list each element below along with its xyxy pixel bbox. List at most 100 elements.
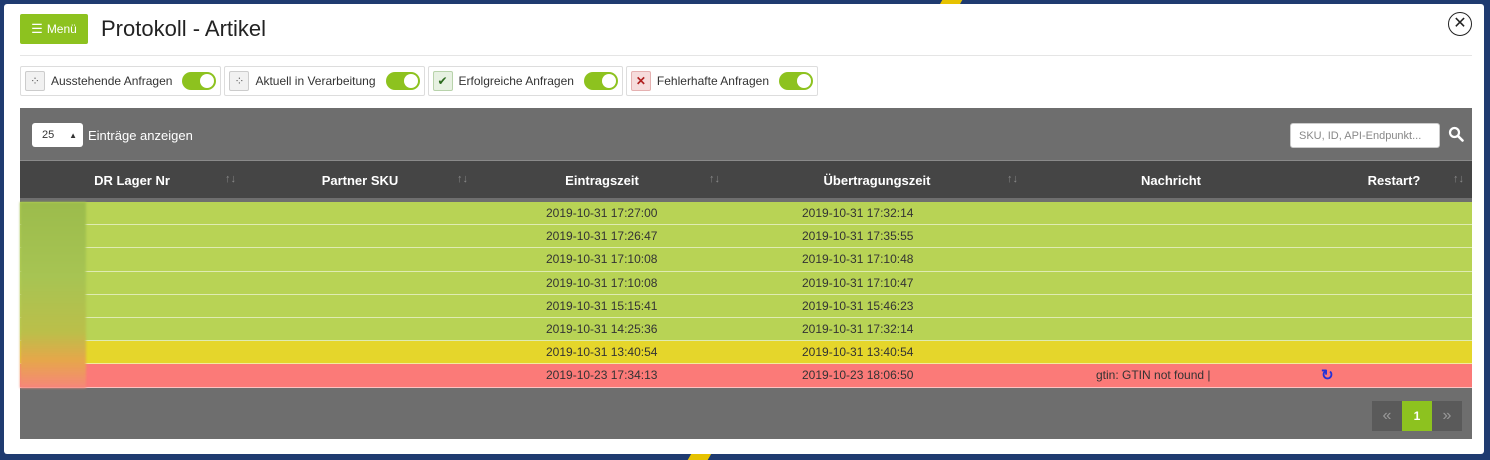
hamburger-icon: ☰ <box>31 21 43 36</box>
cell-partner-sku <box>86 295 476 317</box>
cell-nachricht <box>1024 202 1314 224</box>
cell-eintragszeit: 2019-10-31 14:25:36 <box>546 322 658 337</box>
cell-restart <box>1314 202 1472 224</box>
filter-success: ✔ Erfolgreiche Anfragen <box>427 66 623 96</box>
column-header-label: DR Lager Nr <box>94 172 170 188</box>
column-header-uebertragungszeit[interactable]: Übertragungszeit ↑↓ <box>728 161 1026 199</box>
check-icon: ✔ <box>432 71 453 91</box>
filter-error-toggle[interactable] <box>779 72 813 90</box>
redacted-lager-nr-column <box>20 202 86 388</box>
table-row: 2019-10-31 17:10:08 2019-10-31 17:10:47 <box>20 271 1472 295</box>
cell-uebertragungszeit: 2019-10-31 15:46:23 <box>802 298 914 313</box>
filter-processing: ⁘ Aktuell in Verarbeitung <box>224 66 425 96</box>
filter-label: Erfolgreiche Anfragen <box>458 74 574 88</box>
cell-eintragszeit: 2019-10-31 17:10:08 <box>546 275 658 290</box>
cell-eintragszeit: 2019-10-31 15:15:41 <box>546 298 658 313</box>
table-row: 2019-10-31 17:26:47 2019-10-31 17:35:55 <box>20 225 1472 249</box>
filter-error: ✕ Fehlerhafte Anfragen <box>625 66 818 96</box>
page-title: Protokoll - Artikel <box>101 16 267 41</box>
column-header-label: Partner SKU <box>321 172 399 188</box>
page-size-label: Einträge anzeigen <box>88 128 193 143</box>
pagination: « 1 » <box>1372 401 1462 431</box>
column-header-partner-sku[interactable]: Partner SKU ↑↓ <box>244 161 476 199</box>
cell-restart: ↻ <box>1314 364 1472 386</box>
table-row: 2019-10-31 17:27:00 2019-10-31 17:32:14 <box>20 202 1472 226</box>
cell-eintragszeit: 2019-10-31 17:27:00 <box>546 206 658 221</box>
table-row: 2019-10-31 14:25:36 2019-10-31 17:32:14 <box>20 317 1472 342</box>
page-size-select[interactable]: 25 ▲ <box>32 123 83 147</box>
filter-label: Ausstehende Anfragen <box>51 74 173 88</box>
cell-restart <box>1314 248 1472 270</box>
cell-uebertragungszeit: 2019-10-31 17:10:48 <box>802 252 914 267</box>
cell-restart <box>1314 318 1472 340</box>
table-header: DR Lager Nr ↑↓ Partner SKU ↑↓ Eintragsze… <box>20 160 1472 198</box>
protocol-modal: ☰ Menü Protokoll - Artikel ✕ ⁘ Ausstehen… <box>4 4 1484 454</box>
cell-restart <box>1314 341 1472 363</box>
column-header-eintragszeit[interactable]: Eintragszeit ↑↓ <box>476 161 728 199</box>
cell-partner-sku <box>86 318 476 340</box>
filter-label: Aktuell in Verarbeitung <box>255 74 376 88</box>
search-icon[interactable] <box>1448 126 1464 142</box>
cell-nachricht <box>1024 295 1314 317</box>
pending-spinner-icon: ⁘ <box>25 71 45 91</box>
modal-header: ☰ Menü Protokoll - Artikel ✕ <box>20 12 1472 56</box>
sort-icon: ↑↓ <box>709 173 720 185</box>
log-table-panel: 25 ▲ Einträge anzeigen DR Lager Nr ↑↓ Pa… <box>20 108 1472 439</box>
cell-nachricht <box>1024 225 1314 247</box>
filter-success-toggle[interactable] <box>583 72 618 90</box>
sort-icon: ↑↓ <box>457 173 468 185</box>
cell-partner-sku <box>86 272 476 294</box>
column-header-nachricht[interactable]: Nachricht <box>1026 161 1316 199</box>
cell-nachricht <box>1024 341 1314 363</box>
cell-uebertragungszeit: 2019-10-31 17:32:14 <box>802 322 914 337</box>
cell-partner-sku <box>86 341 476 363</box>
cell-uebertragungszeit: 2019-10-31 17:10:47 <box>802 275 914 290</box>
filter-pending: ⁘ Ausstehende Anfragen <box>20 66 222 96</box>
pagination-prev[interactable]: « <box>1372 401 1402 431</box>
cell-nachricht <box>1024 272 1314 294</box>
column-header-label: Nachricht <box>1141 172 1201 188</box>
search-input[interactable] <box>1290 123 1440 148</box>
cell-eintragszeit: 2019-10-31 13:40:54 <box>546 345 658 360</box>
cell-eintragszeit: 2019-10-31 17:10:08 <box>546 252 658 267</box>
page-size-value: 25 <box>42 129 55 141</box>
table-row: 2019-10-31 15:15:41 2019-10-31 15:46:23 <box>20 294 1472 318</box>
select-arrows-icon: ▲ <box>69 130 77 140</box>
cell-uebertragungszeit: 2019-10-31 17:35:55 <box>802 229 914 244</box>
sort-icon: ↑↓ <box>1007 173 1018 185</box>
processing-spinner-icon: ⁘ <box>229 71 250 91</box>
pagination-page[interactable]: 1 <box>1402 401 1432 431</box>
sort-icon: ↑↓ <box>225 173 236 185</box>
cell-uebertragungszeit: 2019-10-31 17:32:14 <box>802 206 914 221</box>
cell-eintragszeit: 2019-10-23 17:34:13 <box>546 368 658 383</box>
cell-restart <box>1314 225 1472 247</box>
status-filters: ⁘ Ausstehende Anfragen ⁘ Aktuell in Vera… <box>20 66 818 96</box>
column-header-lager-nr[interactable]: DR Lager Nr ↑↓ <box>20 161 244 199</box>
filter-pending-toggle[interactable] <box>182 72 217 90</box>
cell-nachricht <box>1024 318 1314 340</box>
cell-partner-sku <box>86 364 476 386</box>
cross-icon: ✕ <box>630 71 651 91</box>
column-header-label: Eintragszeit <box>565 172 639 188</box>
filter-processing-toggle[interactable] <box>385 72 420 90</box>
sort-icon: ↑↓ <box>1453 173 1464 185</box>
cell-partner-sku <box>86 225 476 247</box>
cell-eintragszeit: 2019-10-31 17:26:47 <box>546 229 658 244</box>
table-row: 2019-10-31 17:10:08 2019-10-31 17:10:48 <box>20 248 1472 272</box>
table-row: 2019-10-23 17:34:13 2019-10-23 18:06:50 gt… <box>20 364 1472 388</box>
column-header-label: Übertragungszeit <box>823 172 931 188</box>
restart-icon[interactable]: ↻ <box>1321 366 1334 384</box>
table-row: 2019-10-31 13:40:54 2019-10-31 13:40:54 <box>20 341 1472 365</box>
cell-partner-sku <box>86 202 476 224</box>
cell-partner-sku <box>86 248 476 270</box>
menu-button[interactable]: ☰ Menü <box>20 14 88 44</box>
table-toolbar: 25 ▲ Einträge anzeigen <box>20 108 1472 156</box>
close-icon[interactable]: ✕ <box>1448 12 1472 36</box>
pagination-next[interactable]: » <box>1432 401 1462 431</box>
menu-button-label: Menü <box>46 22 77 36</box>
filter-label: Fehlerhafte Anfragen <box>656 74 769 88</box>
cell-uebertragungszeit: 2019-10-31 13:40:54 <box>802 345 914 360</box>
table-body: 2019-10-31 17:27:00 2019-10-31 17:32:14 20… <box>20 202 1472 388</box>
column-header-label: Restart? <box>1367 172 1421 188</box>
column-header-restart[interactable]: Restart? ↑↓ <box>1316 161 1472 199</box>
